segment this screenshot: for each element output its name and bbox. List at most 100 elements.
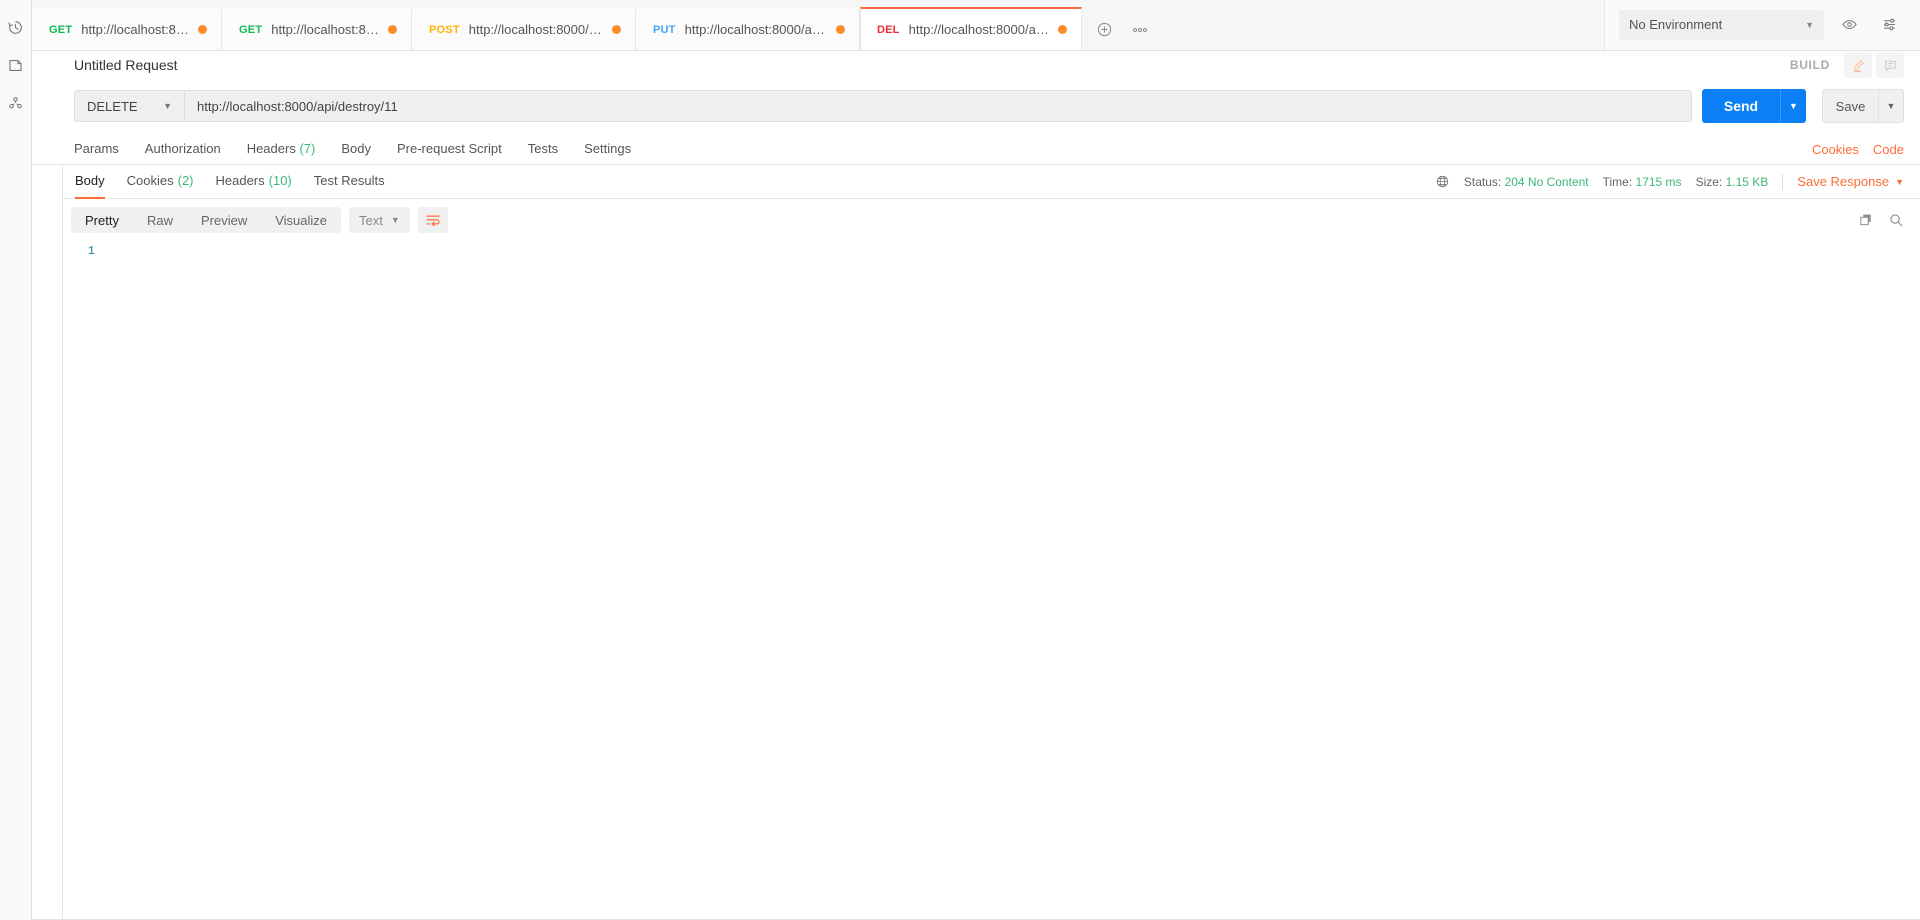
tab-method-badge: POST	[429, 23, 460, 36]
chevron-down-icon: ▼	[1805, 19, 1814, 30]
tab-count-badge: (7)	[299, 141, 316, 156]
response-format-label: Text	[359, 212, 383, 228]
tab-unsaved-dot	[1058, 25, 1067, 34]
view-mode-preview[interactable]: Preview	[187, 207, 261, 233]
line-number-gutter: 1	[63, 239, 105, 919]
search-icon[interactable]	[1888, 212, 1904, 228]
view-mode-raw[interactable]: Raw	[133, 207, 187, 233]
send-button[interactable]: Send	[1702, 89, 1780, 123]
response-body-viewer[interactable]: 1	[63, 239, 1920, 919]
http-method-label: DELETE	[87, 98, 138, 114]
tab-count-badge: (10)	[268, 173, 292, 188]
request-tab-active[interactable]: DEL http://localhost:8000/api/destr…	[860, 7, 1082, 50]
tab-settings[interactable]: Settings	[584, 141, 631, 158]
response-tab-headers[interactable]: Headers (10)	[216, 165, 292, 199]
response-pane: Body Cookies (2) Headers (10) Test Resul…	[32, 165, 1920, 919]
save-button-group: Save ▼	[1822, 89, 1904, 123]
time-value: 1715 ms	[1635, 174, 1682, 189]
url-bar-row: DELETE ▼ Send ▼ Save ▼	[32, 79, 1920, 135]
environment-selector[interactable]: No Environment ▼	[1619, 9, 1824, 40]
response-inner: Body Cookies (2) Headers (10) Test Resul…	[62, 165, 1920, 919]
tab-label: Headers	[215, 173, 265, 188]
tab-params[interactable]: Params	[74, 141, 119, 158]
url-input[interactable]	[185, 91, 1691, 121]
left-rail	[0, 0, 32, 920]
word-wrap-icon[interactable]	[417, 207, 448, 233]
send-options-chevron-icon[interactable]: ▼	[1780, 89, 1806, 123]
tab-tests[interactable]: Tests	[528, 141, 558, 158]
response-body-actions	[1858, 212, 1904, 228]
tab-method-badge: GET	[49, 23, 73, 36]
tab-label: Body	[341, 141, 371, 156]
size-group: Size: 1.15 KB	[1696, 175, 1769, 189]
tab-label: Settings	[584, 141, 632, 156]
save-response-button[interactable]: Save Response ▼	[1797, 174, 1904, 189]
tab-headers[interactable]: Headers (7)	[247, 141, 316, 158]
time-label: Time:	[1602, 174, 1633, 189]
new-tab-button[interactable]	[1086, 9, 1122, 50]
request-title-row: Untitled Request BUILD	[32, 51, 1920, 79]
response-view-mode-group: Pretty Raw Preview Visualize	[71, 207, 342, 233]
tab-label: Pre-request Script	[396, 141, 502, 156]
chevron-down-icon: ▼	[1895, 176, 1904, 187]
view-mode-visualize[interactable]: Visualize	[261, 207, 341, 233]
size-value: 1.15 KB	[1725, 174, 1769, 189]
response-body-toolbar: Pretty Raw Preview Visualize Text ▼	[63, 199, 1920, 239]
request-tab[interactable]: POST http://localhost:8000/api?title…	[412, 9, 636, 50]
main-area: GET http://localhost:8000/api/ GET http:…	[32, 0, 1920, 920]
code-link[interactable]: Code	[1873, 142, 1904, 157]
url-input-group: DELETE ▼	[74, 90, 1692, 122]
request-tab[interactable]: GET http://localhost:8000/api/1	[222, 9, 412, 50]
tab-overflow-menu-button[interactable]	[1122, 9, 1158, 50]
tab-actions	[1082, 9, 1162, 50]
save-options-chevron-icon[interactable]: ▼	[1878, 89, 1904, 123]
tab-method-badge: PUT	[653, 23, 676, 36]
collections-icon[interactable]	[0, 46, 32, 84]
copy-icon[interactable]	[1858, 212, 1874, 228]
tab-url-label: http://localhost:8000/api/	[81, 22, 189, 37]
request-config-tabs: Params Authorization Headers (7) Body Pr…	[32, 135, 1920, 165]
tab-url-label: http://localhost:8000/api/updat…	[684, 22, 827, 37]
time-group: Time: 1715 ms	[1603, 175, 1682, 189]
response-tab-cookies[interactable]: Cookies (2)	[127, 165, 194, 199]
save-button[interactable]: Save	[1822, 89, 1878, 123]
request-title-actions: BUILD	[1790, 52, 1904, 78]
tab-label: Headers	[246, 141, 296, 156]
response-tab-body[interactable]: Body	[75, 165, 105, 199]
response-tabs: Body Cookies (2) Headers (10) Test Resul…	[63, 165, 1920, 199]
response-body-content[interactable]	[105, 239, 1920, 919]
tab-authorization[interactable]: Authorization	[145, 141, 221, 158]
tab-label: Cookies	[126, 173, 174, 188]
tab-pre-request-script[interactable]: Pre-request Script	[397, 141, 502, 158]
request-tab[interactable]: PUT http://localhost:8000/api/updat…	[636, 9, 860, 50]
tab-url-label: http://localhost:8000/api?title…	[468, 22, 603, 37]
tab-label: Params	[74, 141, 119, 156]
tab-url-label: http://localhost:8000/api/destr…	[908, 22, 1049, 37]
request-tab[interactable]: GET http://localhost:8000/api/	[32, 9, 222, 50]
cookies-link[interactable]: Cookies	[1812, 142, 1859, 157]
send-button-group: Send ▼	[1702, 89, 1806, 123]
tab-count-badge: (2)	[177, 173, 194, 188]
tab-label: Test Results	[313, 173, 385, 188]
tab-label: Body	[75, 173, 105, 188]
teams-icon[interactable]	[0, 84, 32, 122]
env-quick-look-icon[interactable]	[1874, 10, 1904, 40]
response-format-selector[interactable]: Text ▼	[349, 207, 410, 233]
request-links: Cookies Code	[1812, 142, 1904, 157]
tab-unsaved-dot	[836, 25, 845, 34]
tab-body[interactable]: Body	[341, 141, 371, 158]
status-label: Status:	[1463, 174, 1502, 189]
view-mode-pretty[interactable]: Pretty	[71, 207, 133, 233]
request-tab-strip: GET http://localhost:8000/api/ GET http:…	[32, 0, 1920, 51]
edit-pencil-icon[interactable]	[1844, 52, 1872, 78]
http-method-selector[interactable]: DELETE ▼	[75, 91, 185, 121]
response-tab-test-results[interactable]: Test Results	[314, 165, 385, 199]
eye-icon[interactable]	[1834, 10, 1864, 40]
globe-icon[interactable]	[1435, 174, 1450, 189]
open-request-tabs: GET http://localhost:8000/api/ GET http:…	[32, 0, 1604, 50]
divider	[1782, 173, 1784, 190]
comment-icon[interactable]	[1876, 52, 1904, 78]
history-icon[interactable]	[0, 8, 32, 46]
tab-method-badge: GET	[239, 23, 263, 36]
